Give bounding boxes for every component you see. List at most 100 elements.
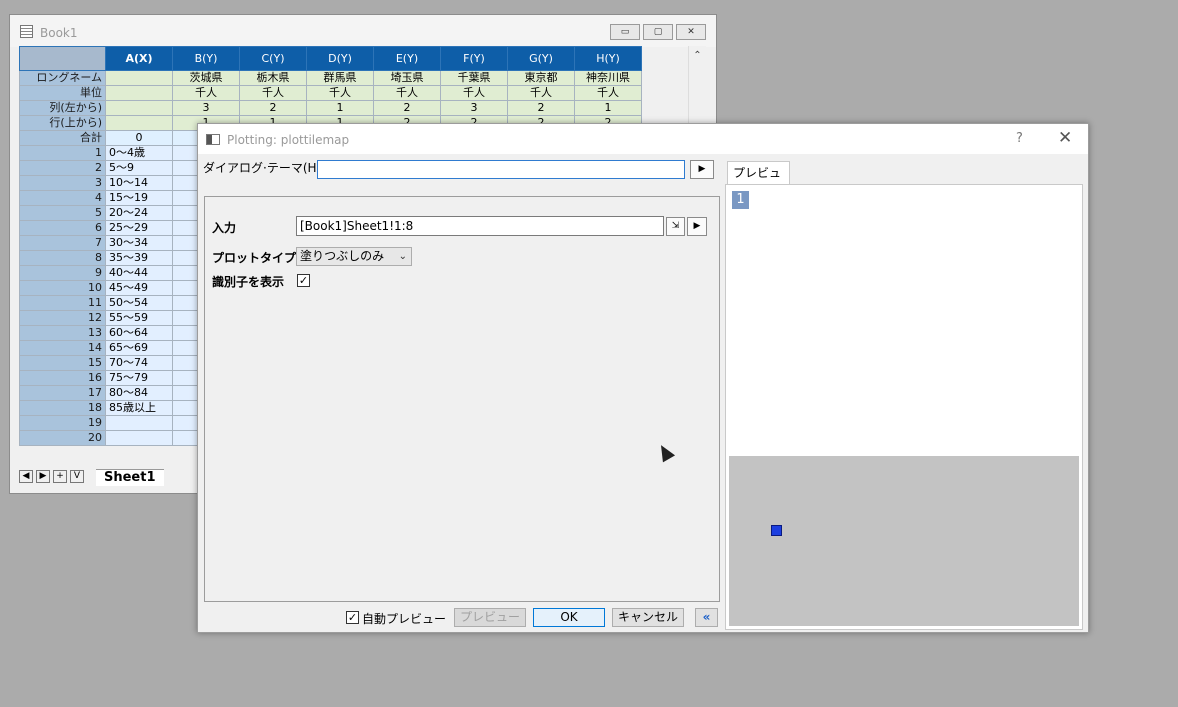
table-cell[interactable]: 群馬県	[306, 70, 374, 86]
table-cell[interactable]: 千人	[239, 85, 307, 101]
row-number[interactable]: 17	[19, 385, 106, 401]
table-cell[interactable]: 35〜39	[105, 250, 173, 266]
row-number[interactable]: 19	[19, 415, 106, 431]
table-cell[interactable]: 3	[172, 100, 240, 116]
ok-button[interactable]: OK	[533, 608, 605, 627]
dialog-close-button[interactable]: ✕	[1058, 128, 1072, 148]
row-number[interactable]: 14	[19, 340, 106, 356]
table-cell[interactable]: 70〜74	[105, 355, 173, 371]
column-header[interactable]: H(Y)	[574, 46, 642, 71]
table-cell[interactable]	[105, 100, 173, 116]
table-cell[interactable]	[105, 85, 173, 101]
table-cell[interactable]	[105, 415, 173, 431]
table-cell[interactable]: 千人	[172, 85, 240, 101]
table-cell[interactable]: 5〜9	[105, 160, 173, 176]
column-header[interactable]: E(Y)	[373, 46, 441, 71]
row-label[interactable]: 単位	[19, 85, 106, 101]
row-number[interactable]: 11	[19, 295, 106, 311]
book-titlebar[interactable]: Book1 ▭ ▢ ✕	[10, 15, 716, 47]
table-cell[interactable]: 45〜49	[105, 280, 173, 296]
plottilemap-dialog[interactable]: Plotting: plottilemap ? ✕ ダイアログ·テーマ(H) ▶…	[197, 123, 1089, 633]
row-number[interactable]: 20	[19, 430, 106, 446]
auto-preview-checkbox[interactable]: ✓	[346, 611, 359, 624]
dialog-titlebar[interactable]: Plotting: plottilemap ? ✕	[198, 124, 1088, 154]
table-cell[interactable]: 15〜19	[105, 190, 173, 206]
row-number[interactable]: 1	[19, 145, 106, 161]
close-button[interactable]: ✕	[676, 24, 706, 40]
theme-menu-button[interactable]: ▶	[690, 160, 714, 179]
corner-cell[interactable]	[19, 46, 106, 71]
table-cell[interactable]: 千人	[306, 85, 374, 101]
sheet-list-button[interactable]: V	[70, 470, 84, 483]
row-label[interactable]: 行(上から)	[19, 115, 106, 131]
table-cell[interactable]: 千人	[507, 85, 575, 101]
row-number[interactable]: 13	[19, 325, 106, 341]
row-number[interactable]: 9	[19, 265, 106, 281]
row-number[interactable]: 18	[19, 400, 106, 416]
table-cell[interactable]: 30〜34	[105, 235, 173, 251]
row-number[interactable]: 10	[19, 280, 106, 296]
table-cell[interactable]: 25〜29	[105, 220, 173, 236]
theme-input[interactable]	[317, 160, 685, 179]
table-cell[interactable]: 60〜64	[105, 325, 173, 341]
maximize-button[interactable]: ▢	[643, 24, 673, 40]
show-id-checkbox[interactable]: ✓	[297, 274, 310, 287]
table-cell[interactable]: 千人	[373, 85, 441, 101]
row-number[interactable]: 5	[19, 205, 106, 221]
preview-button[interactable]: プレビュー	[454, 608, 526, 627]
table-cell[interactable]: 千人	[574, 85, 642, 101]
column-header[interactable]: G(Y)	[507, 46, 575, 71]
plot-type-select[interactable]: 塗りつぶしのみ ⌄	[296, 247, 412, 266]
table-cell[interactable]: 千人	[440, 85, 508, 101]
table-cell[interactable]: 茨城県	[172, 70, 240, 86]
collapse-preview-button[interactable]: «	[695, 608, 718, 627]
table-cell[interactable]	[105, 430, 173, 446]
table-cell[interactable]: 3	[440, 100, 508, 116]
table-cell[interactable]: 1	[306, 100, 374, 116]
table-cell[interactable]: 20〜24	[105, 205, 173, 221]
table-cell[interactable]: 埼玉県	[373, 70, 441, 86]
row-number[interactable]: 2	[19, 160, 106, 176]
minimize-button[interactable]: ▭	[610, 24, 640, 40]
row-label[interactable]: 合計	[19, 130, 106, 146]
row-number[interactable]: 12	[19, 310, 106, 326]
table-cell[interactable]: 40〜44	[105, 265, 173, 281]
input-range-field[interactable]: [Book1]Sheet1!1:8	[296, 216, 664, 236]
table-cell[interactable]: 0	[105, 130, 173, 146]
cancel-button[interactable]: キャンセル	[612, 608, 684, 627]
table-cell[interactable]: 神奈川県	[574, 70, 642, 86]
row-label[interactable]: 列(左から)	[19, 100, 106, 116]
table-cell[interactable]: 80〜84	[105, 385, 173, 401]
help-button[interactable]: ?	[1016, 131, 1023, 146]
table-cell[interactable]: 0〜4歳	[105, 145, 173, 161]
column-header[interactable]: A(X)	[105, 46, 173, 71]
column-header[interactable]: C(Y)	[239, 46, 307, 71]
row-number[interactable]: 7	[19, 235, 106, 251]
table-cell[interactable]: 55〜59	[105, 310, 173, 326]
column-header[interactable]: B(Y)	[172, 46, 240, 71]
scroll-up-icon[interactable]: ⌃	[689, 50, 706, 61]
table-cell[interactable]: 2	[373, 100, 441, 116]
range-select-icon[interactable]: ⇲	[666, 217, 685, 236]
table-cell[interactable]: 栃木県	[239, 70, 307, 86]
row-number[interactable]: 8	[19, 250, 106, 266]
table-cell[interactable]	[105, 70, 173, 86]
input-menu-button[interactable]: ▶	[687, 217, 707, 236]
table-cell[interactable]: 1	[574, 100, 642, 116]
column-header[interactable]: D(Y)	[306, 46, 374, 71]
table-cell[interactable]: 65〜69	[105, 340, 173, 356]
row-number[interactable]: 4	[19, 190, 106, 206]
table-cell[interactable]: 75〜79	[105, 370, 173, 386]
sheet-tab-sheet1[interactable]: Sheet1	[96, 469, 164, 486]
table-cell[interactable]: 50〜54	[105, 295, 173, 311]
column-header[interactable]: F(Y)	[440, 46, 508, 71]
table-cell[interactable]: 85歳以上	[105, 400, 173, 416]
row-number[interactable]: 15	[19, 355, 106, 371]
table-cell[interactable]: 東京都	[507, 70, 575, 86]
tab-preview[interactable]: プレビュー	[727, 161, 790, 202]
table-cell[interactable]: 2	[507, 100, 575, 116]
table-cell[interactable]: 千葉県	[440, 70, 508, 86]
next-sheet-button[interactable]: ▶	[36, 470, 50, 483]
add-sheet-button[interactable]: +	[53, 470, 67, 483]
table-cell[interactable]: 10〜14	[105, 175, 173, 191]
